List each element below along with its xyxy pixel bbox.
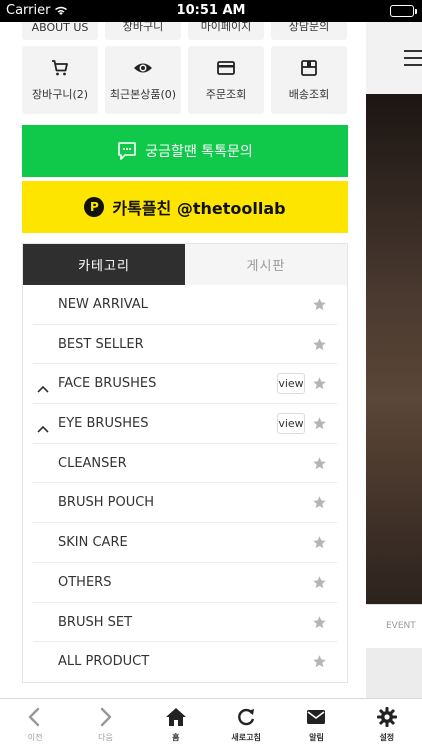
category-row[interactable]: ALL PRODUCT bbox=[33, 642, 337, 682]
kakao-plusfriend-label: 카톡플친 @thetoollab bbox=[112, 199, 286, 218]
quick-menu-mypage[interactable]: 마이페이지 bbox=[188, 22, 264, 40]
star-icon[interactable] bbox=[312, 456, 327, 471]
toolbar-home-button[interactable]: 홈 bbox=[141, 699, 211, 750]
chevron-up-icon[interactable] bbox=[37, 378, 49, 393]
star-icon[interactable] bbox=[312, 416, 327, 431]
hamburger-menu-icon[interactable] bbox=[404, 50, 422, 66]
card-icon bbox=[217, 61, 235, 75]
toolbar-home-label: 홈 bbox=[172, 733, 180, 742]
category-name[interactable]: EYE BRUSHES bbox=[58, 416, 148, 431]
category-row[interactable]: CLEANSER bbox=[33, 444, 337, 484]
drawer-tabs: 카테고리 게시판 bbox=[22, 243, 348, 285]
quick-menu-cart[interactable]: 장바구니(2) bbox=[22, 46, 98, 114]
background-page-tabstrip: EVENT bbox=[366, 604, 422, 648]
category-name[interactable]: OTHERS bbox=[58, 575, 111, 590]
quick-menu-delivery-label: 배송조회 bbox=[288, 88, 330, 101]
status-bar: Carrier 10:51 AM bbox=[0, 0, 422, 22]
quick-menu-row-top: ABOUT US 장바구니 마이페이지 상담문의 bbox=[22, 22, 347, 40]
category-name[interactable]: BRUSH POUCH bbox=[58, 495, 154, 510]
chat-bubble-icon bbox=[118, 142, 137, 160]
category-name[interactable]: BRUSH SET bbox=[58, 615, 132, 630]
quick-menu-row: 장바구니(2) 최근본상품(0) 주문조회 배송조회 bbox=[22, 46, 347, 114]
gear-icon bbox=[376, 707, 397, 727]
kakao-plusfriend-button[interactable]: P 카톡플친 @thetoollab bbox=[22, 181, 348, 233]
background-page-photo bbox=[366, 94, 422, 604]
battery-icon bbox=[390, 5, 417, 17]
category-row[interactable]: BRUSH SET bbox=[33, 603, 337, 643]
toolbar-refresh-button[interactable]: 새로고침 bbox=[211, 699, 281, 750]
quick-menu-recent[interactable]: 최근본상품(0) bbox=[105, 46, 181, 114]
chevron-up-icon[interactable] bbox=[37, 418, 49, 433]
star-icon[interactable] bbox=[312, 535, 327, 550]
cart-icon bbox=[52, 60, 68, 76]
mail-icon bbox=[307, 710, 326, 724]
side-drawer: ABOUT US 장바구니 마이페이지 상담문의 장바구니(2) 최근본상품(0… bbox=[0, 22, 366, 698]
quick-menu-delivery[interactable]: 배송조회 bbox=[271, 46, 347, 114]
background-page[interactable]: EVENT bbox=[366, 22, 422, 698]
category-view-button[interactable]: view bbox=[277, 413, 305, 435]
bottom-toolbar: 이전 다음 홈 새로고침 알림 설정 bbox=[0, 698, 422, 750]
star-icon[interactable] bbox=[312, 297, 327, 312]
quick-menu-consult[interactable]: 상담문의 bbox=[271, 22, 347, 40]
category-name[interactable]: ALL PRODUCT bbox=[58, 654, 149, 669]
category-list: NEW ARRIVAL BEST SELLER FACE BRUSHES view EY… bbox=[22, 285, 348, 683]
category-view-button[interactable]: view bbox=[277, 373, 305, 395]
quick-menu-cart-top[interactable]: 장바구니 bbox=[105, 22, 181, 40]
toolbar-settings-button[interactable]: 설정 bbox=[352, 699, 422, 750]
star-icon[interactable] bbox=[312, 575, 327, 590]
back-icon bbox=[28, 707, 40, 727]
tab-category[interactable]: 카테고리 bbox=[23, 244, 185, 285]
toolbar-refresh-label: 새로고침 bbox=[231, 733, 261, 742]
refresh-icon bbox=[238, 708, 255, 726]
category-row[interactable]: FACE BRUSHES view bbox=[33, 364, 337, 405]
star-icon[interactable] bbox=[312, 337, 327, 352]
background-page-footer bbox=[366, 648, 422, 698]
tab-board[interactable]: 게시판 bbox=[185, 244, 347, 285]
toolbar-back-button[interactable]: 이전 bbox=[0, 699, 70, 750]
home-icon bbox=[165, 708, 186, 726]
star-icon[interactable] bbox=[312, 376, 327, 391]
clock: 10:51 AM bbox=[176, 3, 246, 18]
toolbar-notifications-label: 알림 bbox=[309, 733, 324, 742]
star-icon[interactable] bbox=[312, 615, 327, 630]
category-name[interactable]: BEST SELLER bbox=[58, 337, 144, 352]
background-page-header bbox=[366, 22, 422, 94]
quick-menu-cart-top-label: 장바구니 bbox=[122, 22, 164, 33]
quick-menu-about[interactable]: ABOUT US bbox=[22, 22, 98, 40]
quick-menu-cart-label: 장바구니(2) bbox=[31, 88, 89, 101]
category-row[interactable]: NEW ARRIVAL bbox=[33, 285, 337, 325]
star-icon[interactable] bbox=[312, 654, 327, 669]
category-row[interactable]: EYE BRUSHES view bbox=[33, 404, 337, 444]
toolbar-forward-label: 다음 bbox=[98, 733, 113, 742]
quick-menu-about-label: ABOUT US bbox=[31, 22, 89, 34]
category-name[interactable]: NEW ARRIVAL bbox=[58, 297, 148, 312]
quick-menu-order-label: 주문조회 bbox=[205, 88, 247, 101]
toolbar-forward-button[interactable]: 다음 bbox=[70, 699, 140, 750]
star-icon[interactable] bbox=[312, 495, 327, 510]
category-row[interactable]: SKIN CARE bbox=[33, 523, 337, 563]
quick-menu-order[interactable]: 주문조회 bbox=[188, 46, 264, 114]
category-row[interactable]: BEST SELLER bbox=[33, 325, 337, 365]
box-icon bbox=[301, 60, 317, 76]
eye-icon bbox=[134, 63, 152, 73]
category-name[interactable]: SKIN CARE bbox=[58, 535, 128, 550]
toolbar-settings-label: 설정 bbox=[379, 733, 395, 742]
toolbar-notifications-button[interactable]: 알림 bbox=[281, 699, 351, 750]
kakao-p-icon: P bbox=[84, 197, 105, 217]
forward-icon bbox=[101, 707, 112, 727]
quick-menu-recent-label: 최근본상품(0) bbox=[109, 88, 177, 101]
talk-inquiry-label: 궁금할땐 톡톡문의 bbox=[145, 144, 253, 160]
quick-menu-mypage-label: 마이페이지 bbox=[200, 22, 252, 33]
quick-menu-consult-label: 상담문의 bbox=[288, 22, 330, 33]
category-name[interactable]: CLEANSER bbox=[58, 456, 127, 471]
category-row[interactable]: OTHERS bbox=[33, 563, 337, 603]
talk-inquiry-button[interactable]: 궁금할땐 톡톡문의 bbox=[22, 125, 348, 177]
category-name[interactable]: FACE BRUSHES bbox=[58, 376, 156, 391]
background-event-tab[interactable]: EVENT bbox=[386, 621, 416, 631]
category-row[interactable]: BRUSH POUCH bbox=[33, 483, 337, 524]
toolbar-back-label: 이전 bbox=[27, 733, 43, 742]
